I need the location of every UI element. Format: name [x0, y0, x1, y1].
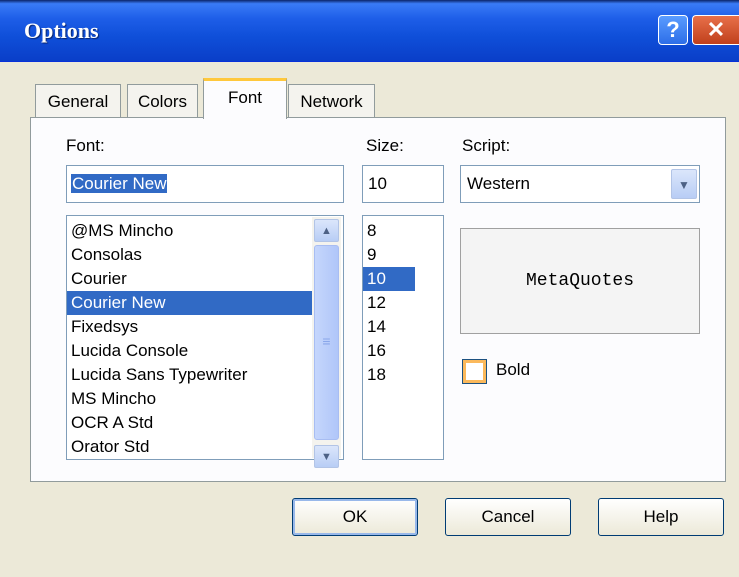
- font-list-item[interactable]: Lucida Console: [67, 339, 313, 363]
- bold-label[interactable]: Bold: [496, 360, 530, 380]
- font-name-input[interactable]: Courier New: [66, 165, 344, 203]
- script-select[interactable]: Western ▼: [460, 165, 700, 203]
- chevron-down-icon[interactable]: ▼: [671, 169, 697, 199]
- size-label: Size:: [366, 136, 404, 155]
- cancel-button[interactable]: Cancel: [445, 498, 571, 536]
- script-select-value: Western: [467, 174, 530, 193]
- font-list-item[interactable]: Fixedsys: [67, 315, 313, 339]
- script-label: Script:: [462, 136, 511, 155]
- tab-network[interactable]: Network: [288, 84, 375, 117]
- tab-general[interactable]: General: [35, 84, 121, 117]
- bold-checkbox[interactable]: [462, 359, 487, 384]
- font-list-item[interactable]: Consolas: [67, 243, 313, 267]
- size-list-item[interactable]: 12: [363, 291, 415, 315]
- window-title: Options: [24, 18, 99, 43]
- size-input[interactable]: 10: [362, 165, 444, 203]
- scrollbar-thumb[interactable]: ≡: [314, 245, 339, 440]
- font-list-item[interactable]: Terminal: [67, 459, 313, 460]
- font-list-item[interactable]: @MS Mincho: [67, 219, 313, 243]
- tab-font[interactable]: Font: [203, 78, 287, 119]
- font-list-item[interactable]: OCR A Std: [67, 411, 313, 435]
- font-list[interactable]: @MS Mincho Consolas Courier Courier New Fixe…: [66, 215, 344, 460]
- size-list-item[interactable]: 14: [363, 315, 415, 339]
- font-preview: MetaQuotes: [460, 228, 700, 334]
- font-list-item[interactable]: Lucida Sans Typewriter: [67, 363, 313, 387]
- font-list-scrollbar[interactable]: ▲ ≡ ▼: [312, 217, 341, 468]
- tab-colors[interactable]: Colors: [127, 84, 198, 117]
- ok-button[interactable]: OK: [292, 498, 418, 536]
- font-list-item[interactable]: MS Mincho: [67, 387, 313, 411]
- font-label: Font:: [66, 136, 105, 155]
- help-title-button[interactable]: ?: [658, 15, 688, 45]
- help-button[interactable]: Help: [598, 498, 724, 536]
- size-list[interactable]: 8 9 10 12 14 16 18: [362, 215, 444, 460]
- close-title-button[interactable]: ✕: [692, 15, 739, 45]
- font-list-item[interactable]: Orator Std: [67, 435, 313, 459]
- chevron-up-icon[interactable]: ▲: [314, 219, 339, 242]
- font-list-item[interactable]: Courier New: [67, 291, 313, 315]
- size-list-item[interactable]: 8: [363, 219, 415, 243]
- font-list-item[interactable]: Courier: [67, 267, 313, 291]
- size-list-item[interactable]: 16: [363, 339, 415, 363]
- size-list-item[interactable]: 9: [363, 243, 415, 267]
- size-list-item[interactable]: 18: [363, 363, 415, 387]
- chevron-down-icon[interactable]: ▼: [314, 445, 339, 468]
- size-input-text: 10: [368, 174, 387, 193]
- title-bar[interactable]: [0, 0, 739, 62]
- size-list-item[interactable]: 10: [363, 267, 415, 291]
- font-name-input-text: Courier New: [71, 174, 168, 193]
